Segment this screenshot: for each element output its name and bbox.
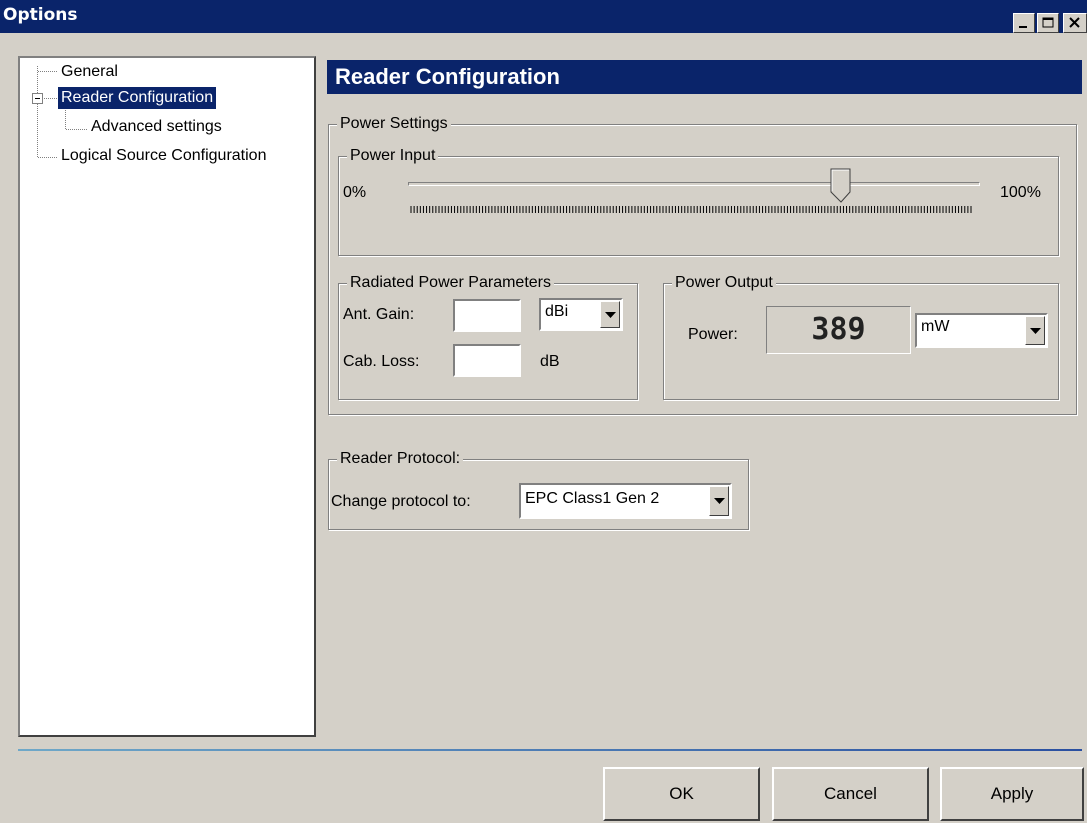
cab-loss-input[interactable] xyxy=(453,344,521,377)
radiated-power-label: Radiated Power Parameters xyxy=(347,273,554,293)
tree-connector xyxy=(65,106,66,129)
power-settings-label: Power Settings xyxy=(337,114,451,134)
tree-item-logical-source-configuration[interactable]: Logical Source Configuration xyxy=(58,145,269,167)
slider-ticks xyxy=(410,206,972,213)
cab-loss-label: Cab. Loss: xyxy=(343,353,420,370)
footer-divider xyxy=(18,749,1082,751)
dropdown-arrow-icon[interactable] xyxy=(1025,316,1045,345)
slider-max-label: 100% xyxy=(1000,184,1041,201)
apply-button[interactable]: Apply xyxy=(940,767,1084,821)
tree-connector xyxy=(38,157,57,158)
ant-gain-unit-value: dBi xyxy=(545,303,569,320)
panel-title: Reader Configuration xyxy=(327,60,1082,94)
slider-track[interactable] xyxy=(408,182,980,186)
maximize-button[interactable] xyxy=(1037,13,1059,33)
close-icon xyxy=(1069,17,1080,28)
power-unit-value: mW xyxy=(921,318,950,335)
tree-connector xyxy=(44,98,57,99)
power-label: Power: xyxy=(688,326,738,343)
power-input-label: Power Input xyxy=(347,146,439,166)
title-bar: Options xyxy=(0,0,1087,35)
ant-gain-input[interactable] xyxy=(453,299,521,332)
tree-connector xyxy=(38,71,57,72)
reader-protocol-label: Reader Protocol: xyxy=(337,449,464,469)
change-protocol-label: Change protocol to: xyxy=(331,493,471,510)
tree-item-reader-configuration[interactable]: Reader Configuration xyxy=(58,87,217,109)
tree-connector xyxy=(37,66,38,157)
close-button[interactable] xyxy=(1063,13,1087,33)
ant-gain-label: Ant. Gain: xyxy=(343,306,415,323)
maximize-icon xyxy=(1042,17,1054,28)
dropdown-arrow-icon[interactable] xyxy=(709,486,729,516)
ant-gain-unit-select[interactable]: dBi xyxy=(539,298,623,331)
power-readout: 389 xyxy=(766,306,911,354)
minimize-button[interactable] xyxy=(1013,13,1035,33)
cab-loss-unit: dB xyxy=(540,353,560,370)
tree-connector xyxy=(66,129,87,130)
slider-min-label: 0% xyxy=(343,184,367,201)
protocol-value: EPC Class1 Gen 2 xyxy=(525,490,660,507)
options-tree[interactable]: General Reader Configuration Advanced se… xyxy=(18,56,316,737)
power-unit-select[interactable]: mW xyxy=(915,313,1048,348)
tree-item-advanced-settings[interactable]: Advanced settings xyxy=(88,116,225,138)
power-output-label: Power Output xyxy=(672,273,776,293)
cancel-button[interactable]: Cancel xyxy=(772,767,929,821)
collapse-icon[interactable] xyxy=(32,93,43,104)
slider-thumb[interactable] xyxy=(830,168,852,204)
minimize-icon xyxy=(1019,26,1027,28)
dropdown-arrow-icon[interactable] xyxy=(600,301,620,328)
protocol-select[interactable]: EPC Class1 Gen 2 xyxy=(519,483,732,519)
ok-button[interactable]: OK xyxy=(603,767,760,821)
window-title: Options xyxy=(3,5,78,25)
tree-item-general[interactable]: General xyxy=(58,61,121,83)
